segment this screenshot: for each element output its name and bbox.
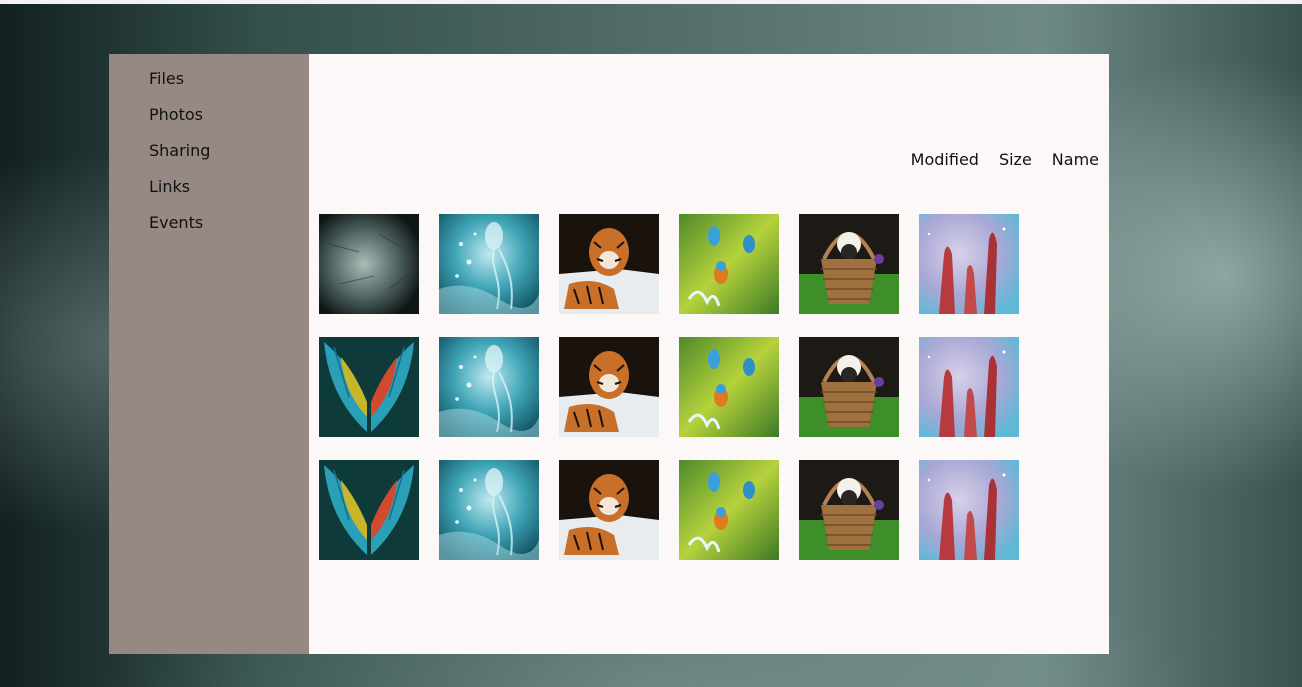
photo-thumbnail-puppy-basket[interactable] bbox=[799, 460, 899, 560]
photo-thumbnail-kingfishers[interactable] bbox=[679, 460, 779, 560]
sort-bar: Modified Size Name bbox=[911, 150, 1099, 169]
sort-name-button[interactable]: Name bbox=[1052, 150, 1099, 169]
sidebar-item-links[interactable]: Links bbox=[109, 176, 309, 212]
photo-thumbnail-jellyfish[interactable] bbox=[439, 460, 539, 560]
photo-thumbnail-kingfishers[interactable] bbox=[679, 214, 779, 314]
photo-thumbnail-dark-texture[interactable] bbox=[319, 214, 419, 314]
sidebar-item-photos[interactable]: Photos bbox=[109, 104, 309, 140]
photo-thumbnail-jellyfish[interactable] bbox=[439, 337, 539, 437]
photo-thumbnail-nebula[interactable] bbox=[919, 460, 1019, 560]
photo-thumbnail-tiger[interactable] bbox=[559, 214, 659, 314]
photo-thumbnail-puppy-basket[interactable] bbox=[799, 337, 899, 437]
sidebar: Files Photos Sharing Links Events bbox=[109, 54, 309, 654]
photo-thumbnail-nebula[interactable] bbox=[919, 337, 1019, 437]
photo-thumbnail-kingfishers[interactable] bbox=[679, 337, 779, 437]
photo-thumbnail-tiger[interactable] bbox=[559, 337, 659, 437]
photo-thumbnail-parrot-wings[interactable] bbox=[319, 460, 419, 560]
sort-size-button[interactable]: Size bbox=[999, 150, 1032, 169]
photo-thumbnail-puppy-basket[interactable] bbox=[799, 214, 899, 314]
photo-thumbnail-jellyfish[interactable] bbox=[439, 214, 539, 314]
photo-thumbnail-parrot-wings[interactable] bbox=[319, 337, 419, 437]
photo-thumbnail-tiger[interactable] bbox=[559, 460, 659, 560]
photo-thumbnail-nebula[interactable] bbox=[919, 214, 1019, 314]
photo-grid bbox=[319, 214, 1019, 560]
sort-modified-button[interactable]: Modified bbox=[911, 150, 979, 169]
sidebar-item-events[interactable]: Events bbox=[109, 212, 309, 248]
window-top-strip bbox=[0, 0, 1302, 4]
sidebar-item-sharing[interactable]: Sharing bbox=[109, 140, 309, 176]
main-panel: Modified Size Name bbox=[309, 54, 1109, 654]
app-frame: Files Photos Sharing Links Events Modifi… bbox=[109, 54, 1109, 654]
sidebar-item-files[interactable]: Files bbox=[109, 68, 309, 104]
